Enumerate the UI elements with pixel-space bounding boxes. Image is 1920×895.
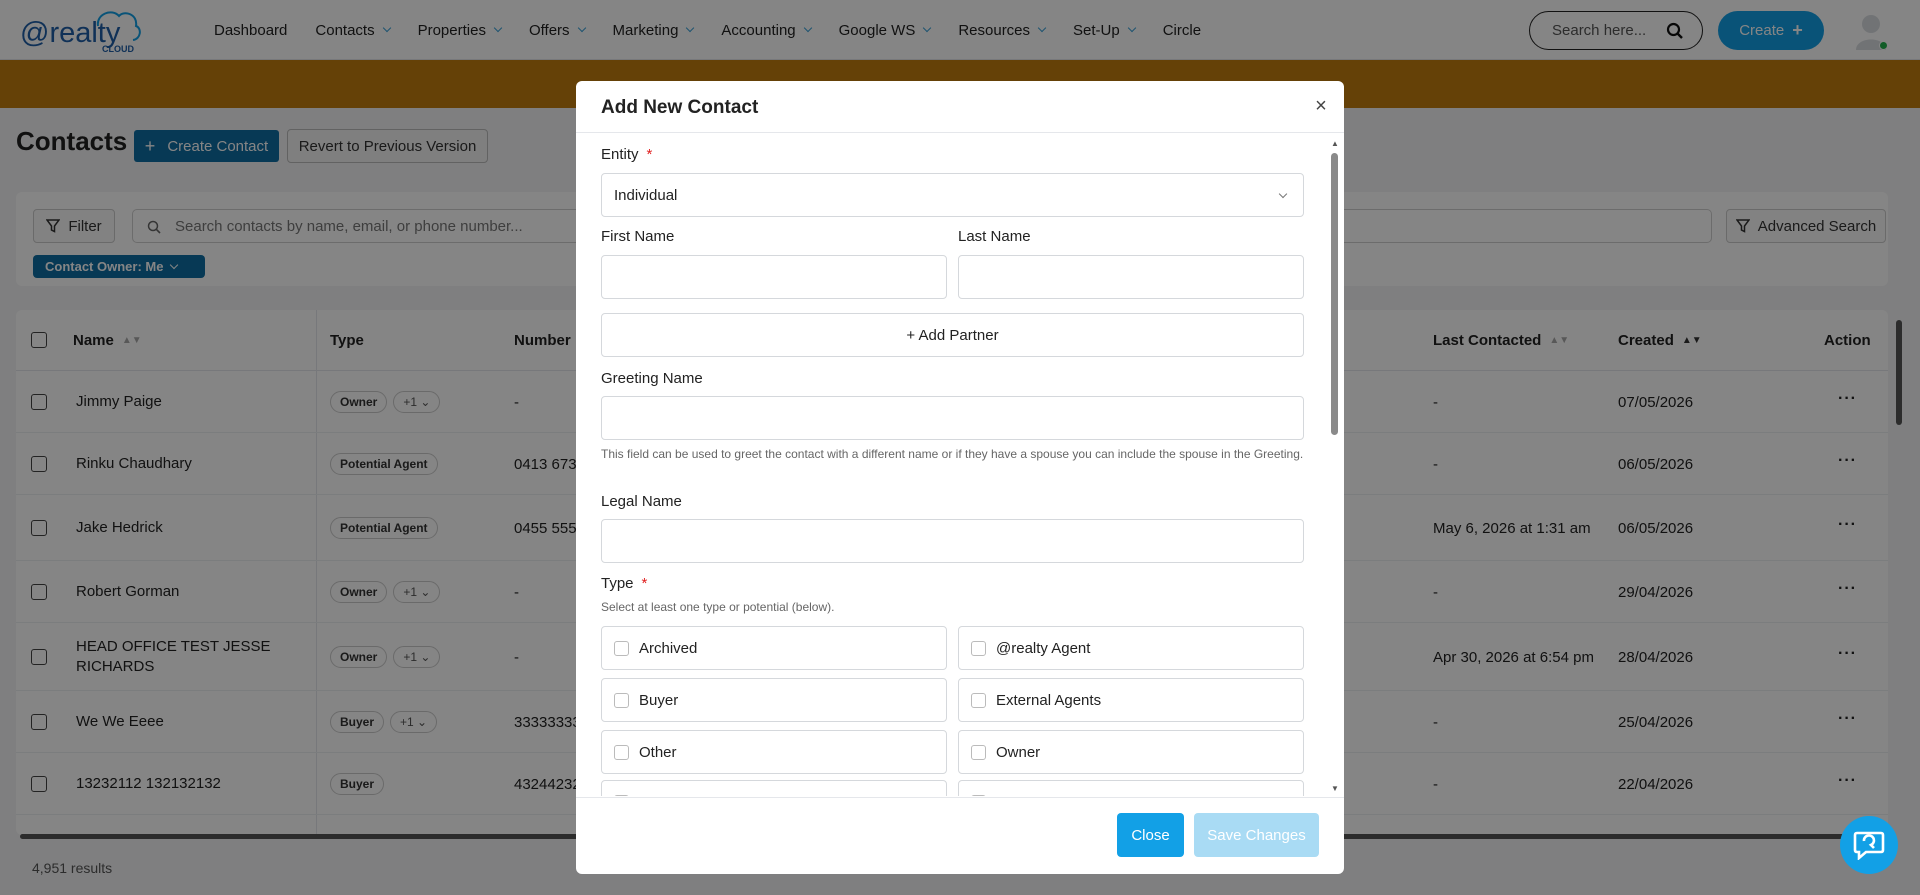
checkbox[interactable] bbox=[971, 795, 986, 796]
entity-select[interactable]: Individual bbox=[601, 173, 1304, 217]
greeting-name-hint: This field can be used to greet the cont… bbox=[601, 447, 1304, 461]
first-name-label: First Name bbox=[601, 228, 675, 245]
type-option-other[interactable]: Other bbox=[601, 730, 947, 774]
entity-label: Entity * bbox=[601, 146, 653, 163]
type-option-realty-agent[interactable]: @realty Agent bbox=[958, 626, 1304, 670]
chat-icon bbox=[1853, 831, 1885, 860]
scrollbar-thumb[interactable] bbox=[1331, 153, 1338, 435]
type-option-label: Archived bbox=[639, 639, 698, 657]
first-name-input[interactable] bbox=[601, 255, 947, 299]
modal-title: Add New Contact bbox=[601, 97, 759, 118]
type-option-owner[interactable]: Owner bbox=[958, 730, 1304, 774]
help-chat-button[interactable] bbox=[1840, 816, 1898, 874]
type-label: Type * bbox=[601, 575, 648, 592]
last-name-input[interactable] bbox=[958, 255, 1304, 299]
type-option-buyer[interactable]: Buyer bbox=[601, 678, 947, 722]
greeting-name-input[interactable] bbox=[601, 396, 1304, 440]
close-icon[interactable]: × bbox=[1311, 95, 1331, 117]
modal-body: Entity * Individual First Name Last Name … bbox=[576, 133, 1344, 796]
checkbox[interactable] bbox=[971, 693, 986, 708]
required-marker: * bbox=[641, 575, 648, 592]
checkbox[interactable] bbox=[614, 745, 629, 760]
type-option-partial[interactable] bbox=[601, 780, 947, 796]
checkbox[interactable] bbox=[614, 693, 629, 708]
last-name-label: Last Name bbox=[958, 228, 1031, 245]
type-option-label: Buyer bbox=[639, 691, 679, 709]
add-partner-button[interactable]: + Add Partner bbox=[601, 313, 1304, 357]
modal-header: Add New Contact × bbox=[576, 81, 1344, 133]
greeting-name-label: Greeting Name bbox=[601, 370, 703, 387]
type-option-label: Other bbox=[639, 743, 677, 761]
type-option-archived[interactable]: Archived bbox=[601, 626, 947, 670]
type-hint: Select at least one type or potential (b… bbox=[601, 600, 835, 614]
modal-scrollbar[interactable]: ▲ ▼ bbox=[1329, 139, 1340, 793]
checkbox[interactable] bbox=[614, 795, 629, 796]
legal-name-label: Legal Name bbox=[601, 493, 682, 510]
legal-name-input[interactable] bbox=[601, 519, 1304, 563]
chevron-down-icon bbox=[1278, 189, 1288, 199]
type-option-label: Owner bbox=[996, 743, 1041, 761]
scroll-up-arrow-icon[interactable]: ▲ bbox=[1331, 139, 1339, 148]
modal-footer: Close Save Changes bbox=[576, 797, 1344, 874]
save-changes-button[interactable]: Save Changes bbox=[1194, 813, 1319, 857]
checkbox[interactable] bbox=[971, 641, 986, 656]
type-option-partial[interactable] bbox=[958, 780, 1304, 796]
checkbox[interactable] bbox=[614, 641, 629, 656]
required-marker: * bbox=[646, 146, 653, 163]
type-option-label: @realty Agent bbox=[996, 639, 1091, 657]
checkbox[interactable] bbox=[971, 745, 986, 760]
type-option-external-agents[interactable]: External Agents bbox=[958, 678, 1304, 722]
scroll-down-arrow-icon[interactable]: ▼ bbox=[1331, 784, 1339, 793]
add-contact-modal: Add New Contact × Entity * Individual Fir… bbox=[576, 81, 1344, 874]
type-option-label: External Agents bbox=[996, 691, 1102, 709]
close-button[interactable]: Close bbox=[1117, 813, 1184, 857]
entity-value: Individual bbox=[614, 186, 678, 204]
